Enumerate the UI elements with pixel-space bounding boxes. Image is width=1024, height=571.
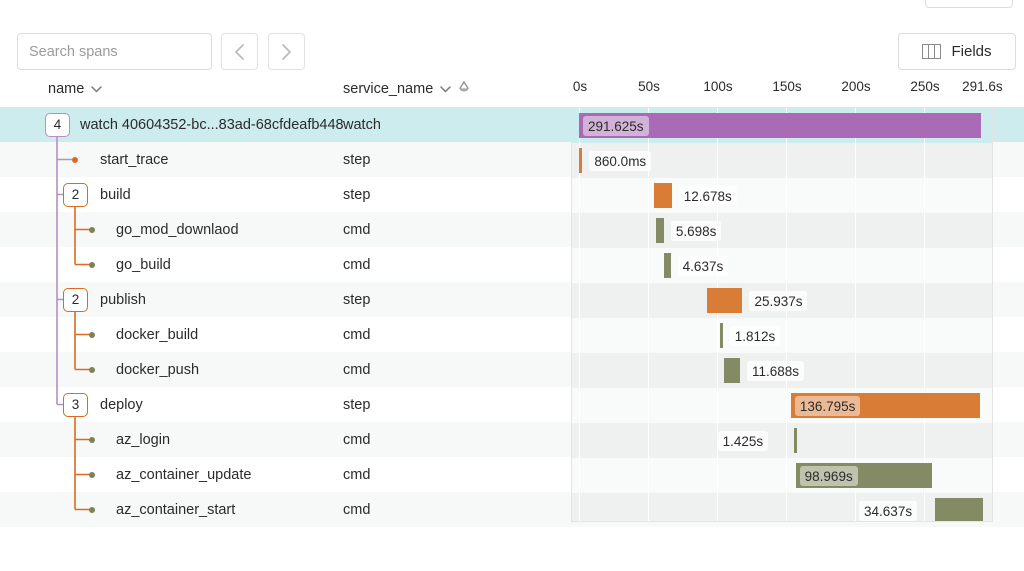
span-service-name: cmd bbox=[343, 492, 370, 527]
span-bar[interactable] bbox=[724, 358, 740, 383]
span-name: watch 40604352-bc...83ad-68cfdeafb448 bbox=[80, 107, 344, 142]
axis-tick: 200s bbox=[841, 79, 870, 94]
columns-icon bbox=[922, 44, 941, 59]
next-button[interactable] bbox=[268, 33, 305, 70]
timeline-row[interactable] bbox=[572, 423, 993, 458]
partial-top-button[interactable] bbox=[925, 0, 1013, 8]
axis-tick: 100s bbox=[703, 79, 732, 94]
span-child-count-badge[interactable]: 2 bbox=[63, 288, 88, 312]
span-child-count-badge[interactable]: 2 bbox=[63, 183, 88, 207]
search-input[interactable] bbox=[17, 33, 212, 70]
timeline-gridline bbox=[924, 108, 925, 522]
timeline-panel[interactable]: 291.625s 860.0ms 12.678s 5.698s 4.637s 25.937… bbox=[571, 107, 993, 522]
span-bar[interactable] bbox=[707, 288, 743, 313]
span-duration-label: 136.795s bbox=[795, 396, 861, 416]
span-duration-label: 98.969s bbox=[800, 466, 858, 486]
span-child-count-badge[interactable]: 3 bbox=[63, 393, 88, 417]
span-name: docker_build bbox=[116, 317, 198, 352]
span-name: az_login bbox=[116, 422, 170, 457]
span-name: az_container_update bbox=[116, 457, 251, 492]
timeline-gridline bbox=[717, 108, 718, 522]
span-service-name: step bbox=[343, 142, 370, 177]
span-name: go_mod_downlaod bbox=[116, 212, 239, 247]
span-bar[interactable] bbox=[654, 183, 671, 208]
timeline-gridline bbox=[855, 108, 856, 522]
fields-button-label: Fields bbox=[951, 43, 991, 60]
axis-tick: 50s bbox=[638, 79, 660, 94]
previous-button[interactable] bbox=[221, 33, 258, 70]
span-bar[interactable] bbox=[579, 148, 582, 173]
span-service-name: cmd bbox=[343, 247, 370, 282]
span-bar[interactable] bbox=[656, 218, 664, 243]
span-duration-label: 1.425s bbox=[718, 431, 769, 451]
axis-tick: 291.6s bbox=[962, 79, 1003, 94]
span-service-name: cmd bbox=[343, 212, 370, 247]
toolbar: Fields bbox=[0, 33, 1024, 71]
span-service-name: cmd bbox=[343, 422, 370, 457]
span-service-name: cmd bbox=[343, 317, 370, 352]
span-name: deploy bbox=[100, 387, 143, 422]
span-service-name: step bbox=[343, 177, 370, 212]
timeline-row[interactable] bbox=[572, 213, 993, 248]
span-duration-label: 1.812s bbox=[730, 326, 781, 346]
span-service-name: watch bbox=[343, 107, 381, 142]
timeline-row[interactable] bbox=[572, 178, 993, 213]
timeline-gridline bbox=[786, 108, 787, 522]
span-child-count-badge[interactable]: 4 bbox=[45, 113, 70, 137]
span-bar[interactable] bbox=[664, 253, 670, 278]
span-duration-label: 5.698s bbox=[671, 221, 722, 241]
span-name: build bbox=[100, 177, 131, 212]
span-name: az_container_start bbox=[116, 492, 235, 527]
span-service-name: cmd bbox=[343, 352, 370, 387]
span-name: docker_push bbox=[116, 352, 199, 387]
timeline-axis: 0s 50s 100s 150s 200s 250s 291.6s bbox=[0, 79, 1024, 99]
fields-button[interactable]: Fields bbox=[898, 33, 1016, 70]
axis-tick: 150s bbox=[772, 79, 801, 94]
span-service-name: cmd bbox=[343, 457, 370, 492]
chevron-left-icon bbox=[233, 43, 246, 61]
axis-tick: 0s bbox=[573, 79, 587, 94]
span-duration-label: 860.0ms bbox=[589, 151, 651, 171]
span-duration-label: 34.637s bbox=[859, 501, 917, 521]
span-duration-label: 12.678s bbox=[679, 186, 737, 206]
span-duration-label: 4.637s bbox=[678, 256, 729, 276]
span-bar[interactable] bbox=[794, 428, 797, 453]
chevron-right-icon bbox=[280, 43, 293, 61]
span-duration-label: 291.625s bbox=[583, 116, 649, 136]
span-name: start_trace bbox=[100, 142, 169, 177]
span-name: publish bbox=[100, 282, 146, 317]
span-service-name: step bbox=[343, 282, 370, 317]
timeline-row[interactable] bbox=[572, 318, 993, 353]
timeline-row[interactable] bbox=[572, 493, 993, 522]
span-duration-label: 25.937s bbox=[749, 291, 807, 311]
span-bar[interactable] bbox=[720, 323, 723, 348]
axis-tick: 250s bbox=[910, 79, 939, 94]
timeline-row[interactable] bbox=[572, 248, 993, 283]
span-bar[interactable] bbox=[935, 498, 983, 522]
span-service-name: step bbox=[343, 387, 370, 422]
span-name: go_build bbox=[116, 247, 171, 282]
span-duration-label: 11.688s bbox=[747, 361, 804, 381]
